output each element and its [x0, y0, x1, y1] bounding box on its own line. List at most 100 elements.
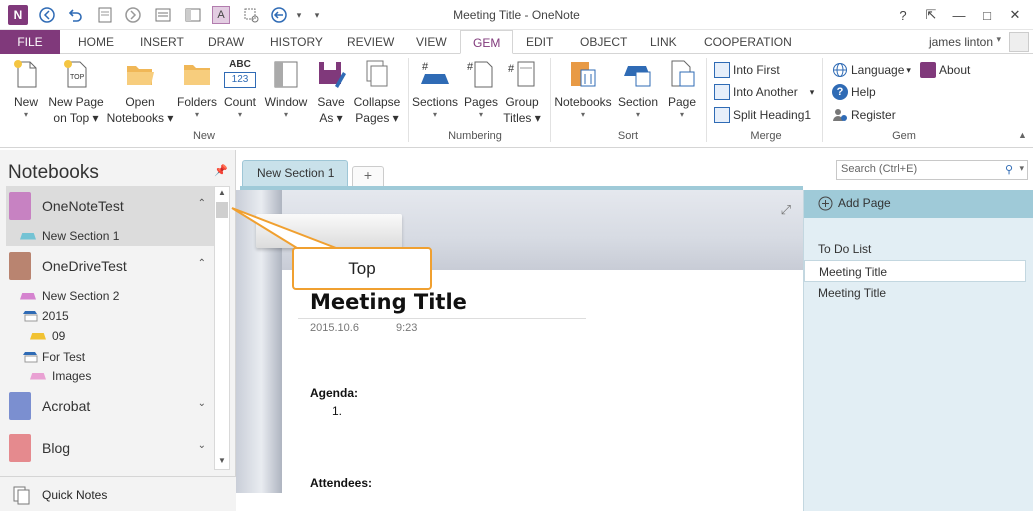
expand-icon[interactable]: ⤢: [781, 202, 791, 218]
folders-button[interactable]: Folders ▾: [176, 58, 218, 120]
page-title[interactable]: Meeting Title: [310, 290, 467, 314]
tab-edit[interactable]: EDIT: [518, 30, 561, 54]
section-new-section-2[interactable]: New Section 2: [20, 286, 119, 306]
merge-into-another-button[interactable]: Into Another ▾: [714, 82, 814, 102]
search-input[interactable]: Search (Ctrl+E) ⚲ ▾: [836, 160, 1028, 180]
tab-link[interactable]: LINK: [642, 30, 685, 54]
about-button[interactable]: About: [920, 60, 970, 80]
ribbon-separator: [408, 58, 409, 142]
group-titles-button[interactable]: # Group Titles ▾: [502, 58, 542, 126]
callout-top: Top: [292, 247, 432, 290]
search-icon[interactable]: ⚲: [1005, 163, 1013, 176]
user-name[interactable]: james linton: [929, 35, 993, 49]
back-history-icon[interactable]: [270, 6, 288, 24]
ribbon-display-icon[interactable]: ⇱: [920, 5, 942, 25]
list-icon[interactable]: [154, 6, 172, 24]
scroll-down-icon[interactable]: ▼: [216, 456, 228, 468]
ribbon: New ▾ TOP New Page on Top ▾ Open Notebooks …: [0, 54, 1033, 148]
scroll-thumb[interactable]: [216, 202, 228, 218]
expand-chevron-icon[interactable]: ⌄: [198, 440, 206, 451]
onenote-logo-icon[interactable]: N: [8, 5, 28, 25]
section-group-for-test[interactable]: For Test: [22, 347, 85, 367]
collapse-pages-icon: [366, 60, 388, 87]
maximize-button[interactable]: □: [976, 5, 998, 25]
text-recognition-icon[interactable]: A: [212, 6, 230, 24]
expand-chevron-icon[interactable]: ⌄: [198, 398, 206, 409]
dock-icon[interactable]: [184, 6, 202, 24]
page-item-to-do-list[interactable]: To Do List: [804, 238, 1026, 260]
split-heading-button[interactable]: Split Heading1: [714, 105, 811, 125]
section-new-section-1[interactable]: New Section 1: [6, 226, 214, 246]
screen-clip-icon[interactable]: [242, 6, 260, 24]
attendees-heading[interactable]: Attendees:: [310, 476, 372, 490]
add-page-button[interactable]: Add Page: [804, 190, 1033, 218]
tab-file[interactable]: FILE: [0, 30, 60, 54]
notebook-book-icon: [9, 434, 31, 462]
agenda-heading[interactable]: Agenda:: [310, 386, 358, 400]
notebook-book-icon: [9, 392, 31, 420]
agenda-list-item[interactable]: 1.: [332, 404, 342, 418]
history-dropdown-icon[interactable]: ▾: [290, 6, 308, 24]
collapse-pages-button[interactable]: Collapse Pages ▾: [350, 58, 404, 126]
sort-section-button[interactable]: Section ▾: [614, 58, 662, 120]
page-icon[interactable]: [96, 6, 114, 24]
tab-insert[interactable]: INSERT: [132, 30, 192, 54]
about-gem-icon: [920, 62, 936, 78]
merge-into-first-button[interactable]: Into First: [714, 60, 780, 80]
title-bar: N A ▾ ▾ Meeting Title - OneNote ? ⇱ — □ …: [0, 0, 1033, 30]
register-button[interactable]: Register: [832, 105, 896, 125]
add-section-button[interactable]: +: [352, 166, 384, 186]
tab-draw[interactable]: DRAW: [200, 30, 252, 54]
page-item-meeting-title[interactable]: Meeting Title: [804, 282, 1026, 304]
section-tab-icon: [30, 372, 46, 380]
tab-cooperation[interactable]: COOPERATION: [696, 30, 800, 54]
save-as-button[interactable]: Save As ▾: [312, 58, 350, 126]
minimize-button[interactable]: —: [948, 5, 970, 25]
collapse-chevron-icon[interactable]: ⌃: [198, 258, 206, 269]
section-tab-icon: [20, 232, 36, 240]
undo-icon[interactable]: [66, 6, 84, 24]
language-button[interactable]: Language ▾: [832, 60, 911, 80]
section-09[interactable]: 09: [30, 326, 65, 346]
close-button[interactable]: ✕: [1004, 5, 1026, 25]
section-group-2015[interactable]: 2015: [22, 306, 69, 326]
tab-review[interactable]: REVIEW: [339, 30, 402, 54]
tab-home[interactable]: HOME: [70, 30, 122, 54]
notebook-onedrivetest[interactable]: OneDriveTest ⌃: [6, 246, 214, 286]
help-icon[interactable]: ?: [892, 5, 914, 25]
sort-page-button[interactable]: Page ▾: [664, 58, 700, 120]
pin-icon[interactable]: 📌: [214, 164, 228, 177]
notebook-pane: Notebooks 📌 OneNoteTest ⌃ New Section 1 …: [0, 150, 236, 511]
tab-view[interactable]: VIEW: [408, 30, 455, 54]
number-sections-button[interactable]: # Sections ▾: [410, 58, 460, 120]
count-button[interactable]: ABC 123 Count ▾: [220, 58, 260, 120]
back-icon[interactable]: [38, 6, 56, 24]
collapse-ribbon-icon[interactable]: ▲: [1018, 130, 1027, 140]
notebook-blog[interactable]: Blog ⌄: [6, 428, 214, 468]
open-notebooks-button[interactable]: Open Notebooks ▾: [104, 58, 176, 126]
page-date: 2015.10.6: [310, 322, 359, 334]
quick-notes-button[interactable]: Quick Notes: [0, 476, 236, 511]
tab-object[interactable]: OBJECT: [572, 30, 635, 54]
collapse-chevron-icon[interactable]: ⌃: [198, 198, 206, 209]
new-page-on-top-button[interactable]: TOP New Page on Top ▾: [46, 58, 106, 126]
avatar[interactable]: [1009, 32, 1029, 52]
sort-notebooks-button[interactable]: Notebooks ▾: [552, 58, 614, 120]
tab-new-section-1[interactable]: New Section 1: [242, 160, 348, 186]
tab-gem[interactable]: GEM: [460, 30, 514, 54]
customize-qat-icon[interactable]: ▾: [308, 6, 326, 24]
page-item-meeting-title-selected[interactable]: Meeting Title: [804, 260, 1026, 282]
section-tab-icon: [20, 292, 36, 300]
number-pages-button[interactable]: # Pages ▾: [462, 58, 500, 120]
help-button[interactable]: ? Help: [832, 82, 876, 102]
search-scope-chevron-icon[interactable]: ▾: [1019, 163, 1024, 174]
notebook-onenotetest[interactable]: OneNoteTest ⌃: [6, 186, 214, 226]
tab-history[interactable]: HISTORY: [262, 30, 331, 54]
notebook-acrobat[interactable]: Acrobat ⌄: [6, 386, 214, 426]
scroll-up-icon[interactable]: ▲: [216, 188, 228, 200]
forward-icon[interactable]: [124, 6, 142, 24]
user-menu-chevron-icon[interactable]: ▾: [996, 34, 1001, 45]
new-button[interactable]: New ▾: [6, 58, 46, 120]
window-button[interactable]: Window ▾: [262, 58, 310, 120]
section-images[interactable]: Images: [30, 366, 91, 386]
